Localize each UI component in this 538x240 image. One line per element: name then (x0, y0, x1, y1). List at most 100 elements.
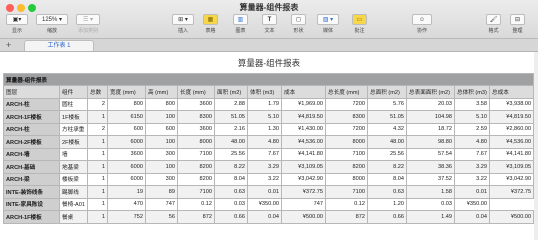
table-cell[interactable]: 8200 (177, 160, 215, 174)
table-cell[interactable]: 1 (87, 185, 108, 199)
table-cell[interactable]: 2.88 (214, 97, 248, 111)
table-cell[interactable]: 6000 (107, 172, 146, 186)
table-cell[interactable]: 752 (107, 210, 146, 224)
table-cell[interactable]: 1 (87, 160, 108, 174)
row-header-cell[interactable]: INTE-家具陈设 (3, 197, 60, 211)
row-header-cell[interactable]: ARCH-柱 (3, 122, 60, 136)
table-cell[interactable]: 104.98 (406, 110, 455, 124)
table-cell[interactable]: 4.80 (454, 135, 490, 149)
chart-control[interactable]: ▥ 图表 (233, 14, 248, 34)
table-cell[interactable]: 7200 (325, 97, 368, 111)
row-header-cell[interactable]: ARCH-1F楼板 (3, 210, 60, 224)
zoom-select[interactable]: 125% ▾ (36, 14, 68, 25)
table-cell[interactable]: 1.79 (247, 97, 282, 111)
table-cell[interactable]: 3600 (177, 122, 215, 136)
table-cell[interactable]: 48.00 (214, 135, 248, 149)
column-header[interactable]: 总体积 (m3) (454, 85, 490, 99)
row-header-cell[interactable]: ARCH-墙 (3, 147, 60, 161)
column-header[interactable]: 总长度 (mm) (325, 85, 368, 99)
table-row[interactable]: ARCH-柱 方柱承重 2 600 600 3600 2.16 1.30 ¥1,430.00 72… (3, 122, 535, 136)
table-cell[interactable]: 3.58 (454, 97, 490, 111)
table-cell[interactable]: 1.20 (367, 197, 407, 211)
collaborate-control[interactable]: ☺ 协作 (412, 14, 432, 34)
comment-control[interactable]: ▭ 批注 (352, 14, 367, 34)
table-cell[interactable]: 1 (87, 110, 108, 124)
table-cell[interactable]: 0.66 (367, 210, 407, 224)
table-row[interactable]: ARCH-1F楼板 餐桌 1 752 56 872 0.66 0.04 ¥500.00 872 0.… (3, 210, 535, 224)
table-cell[interactable]: 0.12 (177, 197, 215, 211)
table-cell[interactable]: 8000 (177, 135, 215, 149)
table-row[interactable]: ARCH-梁 楼板梁 1 6000 300 8200 8.04 3.22 ¥3,042.90 80… (3, 172, 535, 186)
table-cell[interactable]: 8200 (325, 160, 368, 174)
table-cell[interactable]: 6000 (107, 160, 146, 174)
table-cell[interactable]: 4.32 (367, 122, 407, 136)
view-menu-button[interactable]: ▣▾ (6, 14, 28, 25)
table-cell[interactable]: 1 (87, 172, 108, 186)
table-cell[interactable]: 747 (281, 197, 326, 211)
table-cell[interactable]: 25.56 (367, 147, 407, 161)
sheet-title[interactable]: 算量器-组件报表 (0, 57, 538, 69)
table-cell[interactable]: 7100 (177, 147, 215, 161)
table-cell[interactable]: 37.52 (406, 172, 455, 186)
table-cell[interactable]: ¥500.00 (281, 210, 326, 224)
table-row[interactable]: INTE-家具陈设 餐椅-A01 1 470 747 0.12 0.03 ¥350.00 747… (3, 197, 534, 211)
table-cell[interactable]: 2.59 (454, 122, 490, 136)
table-cell[interactable]: 300 (145, 172, 178, 186)
table-cell[interactable]: ¥4,141.80 (488, 147, 535, 161)
table-cell[interactable]: 0.03 (214, 197, 248, 211)
collaborate-icon[interactable]: ☺ (412, 14, 432, 25)
table-cell[interactable]: 56 (145, 210, 178, 224)
table-cell[interactable]: 0.04 (454, 210, 490, 224)
table-cell[interactable]: 0.04 (247, 210, 282, 224)
text-control[interactable]: T 文本 (262, 14, 277, 34)
table-cell[interactable]: 2 (87, 97, 108, 111)
column-header[interactable]: 体积 (m3) (247, 85, 282, 99)
table-cell[interactable]: 7100 (325, 147, 368, 161)
table-cell[interactable]: ¥3,109.05 (488, 160, 535, 174)
insert-button[interactable]: ⊞ ▾ (172, 14, 194, 25)
table-cell[interactable]: 1 (87, 197, 108, 211)
table-cell[interactable]: 7.67 (454, 147, 490, 161)
table-cell[interactable]: 8300 (177, 110, 215, 124)
table-cell[interactable]: 0.01 (454, 185, 490, 199)
table-cell[interactable]: ¥372.75 (281, 185, 326, 199)
row-header-cell[interactable]: ARCH-柱 (3, 97, 60, 111)
table-cell[interactable]: 7100 (177, 185, 215, 199)
table-cell[interactable]: 100 (145, 135, 178, 149)
table-cell[interactable]: ¥3,938.00 (488, 97, 535, 111)
column-header[interactable]: 组件 (59, 85, 88, 99)
table-cell[interactable]: 3.29 (247, 160, 282, 174)
table-cell[interactable]: 3600 (177, 97, 215, 111)
zoom-control[interactable]: 125% ▾ 缩放 (36, 14, 68, 34)
table-cell[interactable]: 8.22 (367, 160, 407, 174)
organize-control[interactable]: ⊟ 整理 (510, 14, 525, 34)
table-cell[interactable]: ¥4,141.80 (281, 147, 326, 161)
table-cell[interactable]: 0.12 (325, 197, 368, 211)
table-icon[interactable]: ▦ (203, 14, 218, 25)
shape-control[interactable]: ◻ 形状 (291, 14, 306, 34)
add-category-control[interactable]: ☰ ▾ 添加类别 (76, 14, 100, 34)
table-cell[interactable]: 1 (87, 147, 108, 161)
table-cell[interactable]: 8.04 (214, 172, 248, 186)
row-header-cell[interactable]: ARCH-基础 (3, 160, 60, 174)
table-cell[interactable]: 8000 (325, 172, 368, 186)
table-cell[interactable]: 餐椅-A01 (59, 197, 88, 211)
table-cell[interactable]: ¥2,860.00 (488, 122, 535, 136)
table-cell[interactable]: 1.49 (406, 210, 455, 224)
table-row[interactable]: ARCH-柱 圆柱 2 800 800 3600 2.88 1.79 ¥1,969.00 7200… (3, 97, 535, 111)
table-cell[interactable]: 6000 (107, 135, 146, 149)
table-cell[interactable]: 0.66 (214, 210, 248, 224)
chart-icon[interactable]: ▥ (233, 14, 248, 25)
table-cell[interactable]: 8.04 (367, 172, 407, 186)
table-cell[interactable]: 57.54 (406, 147, 455, 161)
table-cell[interactable]: 51.05 (214, 110, 248, 124)
table-cell[interactable]: 7.67 (247, 147, 282, 161)
column-header[interactable]: 总数 (87, 85, 108, 99)
table-cell[interactable]: 方柱承重 (59, 122, 88, 136)
table-cell[interactable]: 1F楼板 (59, 110, 88, 124)
row-header-cell[interactable]: ARCH-梁 (3, 172, 60, 186)
table-cell[interactable]: 0.03 (406, 197, 455, 211)
organize-icon[interactable]: ⊟ (510, 14, 525, 25)
table-cell[interactable]: 18.72 (406, 122, 455, 136)
table-cell[interactable]: 89 (145, 185, 178, 199)
